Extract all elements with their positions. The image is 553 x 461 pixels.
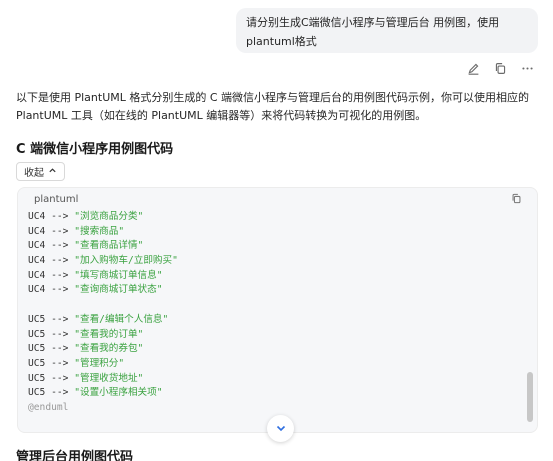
code-language: plantuml bbox=[34, 193, 79, 205]
code-line: UC4 --> "加入购物车/立即购买" bbox=[28, 254, 523, 269]
chevron-down-icon bbox=[275, 419, 287, 438]
code-actor: UC5 bbox=[28, 357, 46, 369]
code-actor: UC4 bbox=[28, 211, 46, 222]
copy-code-icon[interactable] bbox=[511, 193, 523, 205]
code-arrow: --> bbox=[45, 255, 75, 267]
code-string: "管理积分" bbox=[74, 357, 125, 369]
code-actor: UC4 bbox=[28, 225, 46, 237]
code-arrow: --> bbox=[45, 343, 75, 355]
code-line: UC4 --> "查询商城订单状态" bbox=[28, 283, 523, 298]
answer-intro: 以下是使用 PlantUML 格式分别生成的 C 端微信小程序与管理后台的用例图… bbox=[16, 91, 530, 122]
code-string: "加入购物车/立即购买" bbox=[74, 255, 178, 267]
code-string: "查看我的订单" bbox=[74, 328, 144, 340]
code-actor: UC5 bbox=[28, 372, 46, 384]
code-line: UC5 --> "设置小程序相关项" bbox=[28, 386, 523, 401]
code-line: UC5 --> "查看我的券包" bbox=[28, 342, 523, 357]
collapse-button[interactable]: 收起 bbox=[16, 162, 65, 181]
code-actor: UC4 bbox=[28, 269, 46, 281]
code-actor: UC5 bbox=[28, 343, 46, 355]
code-string: "查看我的券包" bbox=[74, 343, 144, 355]
code-arrow: --> bbox=[45, 225, 75, 237]
code-actor: UC5 bbox=[28, 387, 46, 399]
code-actor: UC4 bbox=[28, 255, 46, 267]
code-string: "填写商城订单信息" bbox=[74, 269, 163, 281]
chevron-up-icon bbox=[48, 166, 57, 178]
code-scrollbar[interactable] bbox=[527, 214, 533, 428]
code-arrow: --> bbox=[45, 211, 75, 222]
code-string: "查询商城订单状态" bbox=[74, 284, 163, 296]
code-arrow: --> bbox=[45, 269, 75, 281]
code-arrow: --> bbox=[45, 284, 75, 296]
code-string: "设置小程序相关项" bbox=[74, 387, 163, 399]
code-content[interactable]: UC4 --> "浏览商品分类" UC4 --> "搜索商品" UC4 --> "查… bbox=[18, 210, 523, 432]
code-line: UC5 --> "查看我的订单" bbox=[28, 328, 523, 343]
code-line-end: @enduml bbox=[28, 401, 523, 416]
code-line: UC4 --> "搜索商品" bbox=[28, 225, 523, 240]
code-actor: UC4 bbox=[28, 284, 46, 296]
code-actor: UC5 bbox=[28, 328, 46, 340]
message-actions bbox=[466, 61, 534, 75]
more-icon[interactable] bbox=[520, 61, 534, 75]
scroll-down-button[interactable] bbox=[267, 415, 294, 442]
code-arrow: --> bbox=[45, 357, 75, 369]
code-line: UC5 --> "管理积分" bbox=[28, 357, 523, 372]
code-actor: UC5 bbox=[28, 313, 46, 325]
code-arrow: --> bbox=[45, 372, 75, 384]
code-actor: UC4 bbox=[28, 240, 46, 252]
code-arrow: --> bbox=[45, 328, 75, 340]
code-arrow: --> bbox=[45, 240, 75, 252]
edit-icon[interactable] bbox=[466, 61, 480, 75]
code-string: "查看商品详情" bbox=[74, 240, 144, 252]
code-line: UC4 --> "浏览商品分类" bbox=[28, 210, 523, 225]
code-arrow: --> bbox=[45, 387, 75, 399]
code-arrow: --> bbox=[45, 313, 75, 325]
user-message-text: 请分别生成C端微信小程序与管理后台 用例图，使用plantuml格式 bbox=[246, 16, 500, 48]
code-block: plantuml UC4 --> "浏览商品分类" UC4 --> "搜索商品" U… bbox=[17, 187, 538, 433]
code-line: UC4 --> "填写商城订单信息" bbox=[28, 269, 523, 284]
code-line: UC5 --> "管理收货地址" bbox=[28, 372, 523, 387]
section-title-miniprogram: C 端微信小程序用例图代码 bbox=[16, 142, 174, 157]
code-line: UC4 --> "查看商品详情" bbox=[28, 239, 523, 254]
code-enduml: @enduml bbox=[28, 401, 69, 413]
code-string: "搜索商品" bbox=[74, 225, 125, 237]
code-string: "管理收货地址" bbox=[74, 372, 144, 384]
section-title-admin: 管理后台用例图代码 bbox=[16, 450, 134, 461]
code-string: "查看/编辑个人信息" bbox=[74, 313, 169, 325]
copy-icon[interactable] bbox=[493, 61, 507, 75]
code-header: plantuml bbox=[18, 188, 537, 210]
code-line: UC5 --> "查看/编辑个人信息" bbox=[28, 313, 523, 328]
code-string: "浏览商品分类" bbox=[74, 211, 144, 222]
user-message-bubble: 请分别生成C端微信小程序与管理后台 用例图，使用plantuml格式 bbox=[236, 8, 538, 53]
collapse-label: 收起 bbox=[24, 168, 44, 179]
scrollbar-thumb[interactable] bbox=[527, 372, 533, 422]
